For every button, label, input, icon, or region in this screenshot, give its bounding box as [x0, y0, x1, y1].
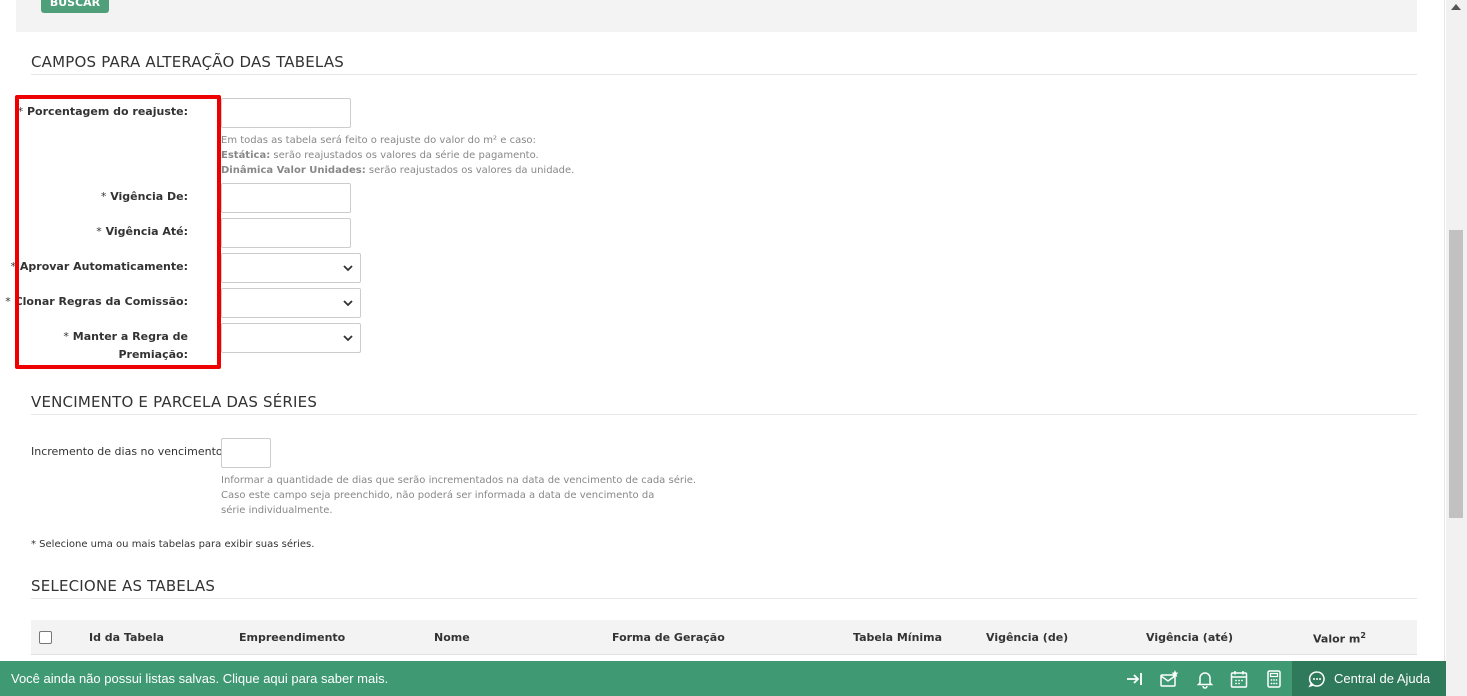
- vigencia-ate-input[interactable]: [221, 218, 351, 248]
- column-header-valor[interactable]: Valor m2: [1313, 631, 1366, 646]
- chat-help-icon: [1308, 671, 1325, 688]
- column-header[interactable]: Nome: [434, 631, 470, 644]
- section-divider: [31, 74, 1417, 75]
- section-title-vencimento: VENCIMENTO E PARCELA DAS SÉRIES: [31, 393, 318, 411]
- calculator-icon[interactable]: [1264, 669, 1284, 689]
- footer-bar: Você ainda não possui listas salvas. Cli…: [0, 661, 1446, 696]
- select-all-checkbox[interactable]: [39, 631, 52, 644]
- increment-help-text: Informar a quantidade de dias que serão …: [221, 475, 697, 516]
- tables-header-row: Id da Tabela Empreendimento Nome Forma d…: [31, 620, 1417, 655]
- column-header[interactable]: Vigência (até): [1146, 631, 1233, 644]
- porcentagem-input[interactable]: [221, 98, 351, 128]
- section-title-alteracao: CAMPOS PARA ALTERAÇÃO DAS TABELAS: [31, 53, 345, 71]
- section-divider: [31, 598, 1417, 599]
- help-center-label: Central de Ajuda: [1334, 671, 1431, 686]
- manter-select[interactable]: [221, 323, 361, 353]
- mail-star-icon[interactable]: [1159, 669, 1179, 689]
- chevron-down-icon: [343, 265, 353, 272]
- search-bar: BUSCAR: [16, 0, 1417, 32]
- reajuste-help-text: Em todas as tabela será feito o reajuste…: [221, 135, 575, 176]
- aprovar-select[interactable]: [221, 253, 361, 283]
- main-content: BUSCAR CAMPOS PARA ALTERAÇÃO DAS TABELAS…: [0, 0, 1445, 696]
- chevron-down-icon: [343, 300, 353, 307]
- scrollbar-thumb[interactable]: [1449, 230, 1463, 518]
- chevron-down-icon: [343, 335, 353, 342]
- increment-days-input[interactable]: [221, 438, 271, 468]
- section-title-tabelas: SELECIONE AS TABELAS: [31, 577, 216, 595]
- calendar-icon[interactable]: [1229, 669, 1249, 689]
- highlight-box: [15, 95, 221, 369]
- select-tables-note: * Selecione uma ou mais tabelas para exi…: [31, 539, 315, 550]
- column-header[interactable]: Id da Tabela: [89, 631, 164, 644]
- column-header[interactable]: Forma de Geração: [612, 631, 725, 644]
- column-header[interactable]: Empreendimento: [239, 631, 345, 644]
- saved-lists-message[interactable]: Você ainda não possui listas salvas. Cli…: [11, 671, 388, 686]
- column-header[interactable]: Vigência (de): [986, 631, 1068, 644]
- scroll-up-arrow-icon[interactable]: [1451, 4, 1461, 10]
- vigencia-de-input[interactable]: [221, 183, 351, 213]
- bell-icon[interactable]: [1195, 669, 1215, 689]
- clonar-select[interactable]: [221, 288, 361, 318]
- section-divider: [31, 414, 1417, 415]
- help-center-button[interactable]: Central de Ajuda: [1292, 661, 1446, 696]
- vertical-scrollbar[interactable]: [1446, 0, 1467, 696]
- search-button[interactable]: BUSCAR: [41, 0, 109, 13]
- column-header[interactable]: Tabela Mínima: [853, 631, 942, 644]
- sidebar-toggle-icon[interactable]: [1124, 669, 1144, 689]
- increment-label: Incremento de dias no vencimento:: [31, 445, 227, 458]
